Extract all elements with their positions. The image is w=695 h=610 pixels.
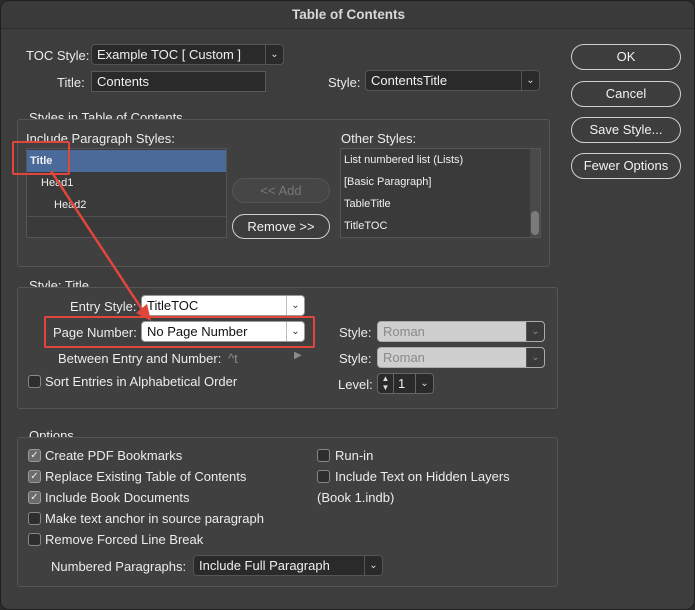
arrow-head (136, 304, 151, 321)
arrow-line (49, 170, 147, 315)
annotation-arrow (49, 170, 151, 321)
toc-dialog: Table of Contents TOC Style: Example TOC… (0, 0, 695, 610)
